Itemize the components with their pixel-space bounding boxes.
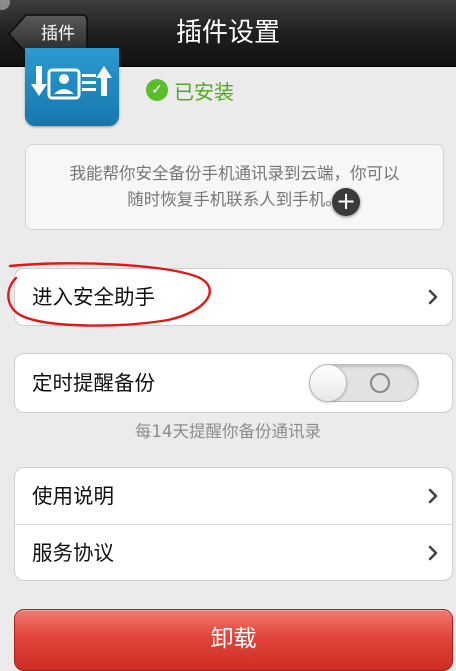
chevron-right-icon [428, 545, 438, 561]
usage-guide-row[interactable]: 使用说明 [15, 468, 452, 524]
uninstall-button[interactable]: 卸载 [14, 609, 453, 671]
plus-icon[interactable]: + [332, 188, 360, 216]
plugin-description: 我能帮你安全备份手机通讯录到云端，你可以 随时恢复手机联系人到手机。 [25, 144, 444, 230]
uninstall-label: 卸载 [210, 626, 257, 652]
install-status: ✓ 已安装 [146, 76, 234, 104]
backup-reminder-row: 定时提醒备份 [15, 354, 452, 412]
reminder-group: 定时提醒备份 [14, 353, 453, 413]
service-agreement-row[interactable]: 服务协议 [15, 524, 452, 580]
info-group: 使用说明 服务协议 [14, 467, 453, 581]
usage-guide-label: 使用说明 [32, 484, 114, 508]
contacts-backup-icon [25, 48, 119, 126]
red-circle-annotation [7, 262, 211, 327]
description-line-1: 我能帮你安全备份手机通讯录到云端，你可以 [69, 164, 400, 183]
description-line-2: 随时恢复手机联系人到手机。 [127, 190, 342, 209]
toggle-off-indicator [370, 373, 390, 393]
check-icon: ✓ [146, 79, 168, 101]
chevron-right-icon [428, 488, 438, 504]
backup-reminder-label: 定时提醒备份 [32, 371, 155, 395]
toggle-knob [309, 364, 347, 402]
service-agreement-label: 服务协议 [32, 541, 114, 565]
chevron-right-icon [428, 289, 438, 305]
backup-reminder-toggle[interactable] [309, 364, 419, 402]
reminder-hint: 每14天提醒你备份通讯录 [135, 422, 321, 441]
status-text: 已安装 [174, 79, 234, 104]
